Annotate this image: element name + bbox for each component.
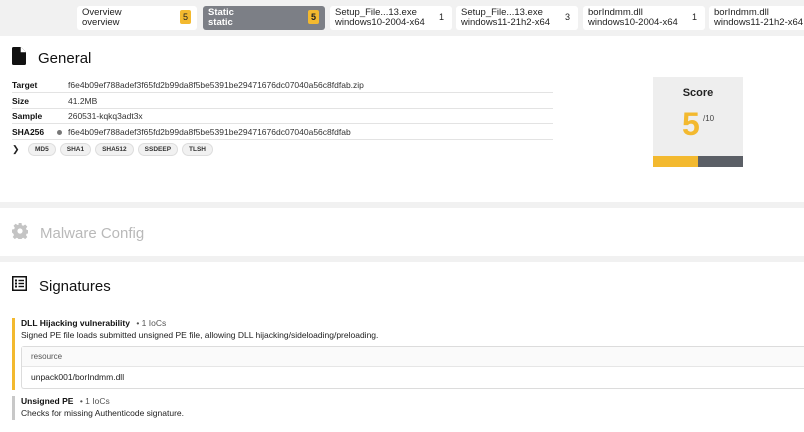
ioc-count: • 1 IoCs <box>79 396 110 406</box>
hash-sha512-button[interactable]: SHA512 <box>95 142 134 156</box>
general-title: General <box>38 50 92 67</box>
tab-setup-file-win10[interactable]: Setup_File...13.exe windows10-2004-x64 1 <box>330 6 452 30</box>
tab-subtitle: windows10-2004-x64 <box>335 18 425 28</box>
resource-table: resource unpack001/borIndmm.dll <box>21 346 804 389</box>
hash-tlsh-button[interactable]: TLSH <box>182 142 214 156</box>
tab-setup-file-win11[interactable]: Setup_File...13.exe windows11-21h2-x64 3 <box>456 6 578 30</box>
tab-title: borIndmm.dll <box>714 8 769 18</box>
size-value: 41.2MB <box>68 96 98 106</box>
tab-score-badge: 5 <box>308 10 319 24</box>
hash-sha1-button[interactable]: SHA1 <box>59 142 92 156</box>
tab-overview[interactable]: Overview overview 5 <box>77 6 197 30</box>
list-icon <box>12 276 27 296</box>
tab-borindmm-win11[interactable]: borIndmm.dll windows11-21h2-x64 <box>709 6 804 30</box>
signature-title: DLL Hijacking vulnerability <box>21 318 130 328</box>
malware-config-title: Malware Config <box>40 225 145 242</box>
tab-borindmm-win10[interactable]: borIndmm.dll windows10-2004-x64 1 <box>583 6 705 30</box>
tab-score: 1 <box>691 12 697 22</box>
signature-description: Signed PE file loads submitted unsigned … <box>21 330 379 340</box>
tab-static[interactable]: Static static 5 <box>203 6 325 30</box>
resource-header: resource <box>22 347 804 367</box>
hash-toggle-bar: ❯ MD5 SHA1 SHA512 SSDEEP TLSH <box>12 141 217 157</box>
ioc-count: • 1 IoCs <box>136 318 167 328</box>
sample-row: Sample 260531-kqkq3adt3x <box>12 108 553 124</box>
hash-ssdeep-button[interactable]: SSDEEP <box>137 142 179 156</box>
tab-title: Setup_File...13.exe <box>461 8 543 18</box>
size-row: Size 41.2MB <box>12 93 553 109</box>
size-label: Size <box>12 96 30 106</box>
tab-score-badge: 5 <box>180 10 191 24</box>
tab-subtitle: windows11-21h2-x64 <box>714 18 804 28</box>
hash-md5-button[interactable]: MD5 <box>28 142 56 156</box>
tab-score: 1 <box>438 12 444 22</box>
score-card: Score 5 /10 <box>653 77 743 167</box>
signature-unsigned-pe[interactable]: Unsigned PE • 1 IoCs Checks for missing … <box>12 396 184 420</box>
chevron-right-icon[interactable]: ❯ <box>12 144 28 155</box>
target-value: f6e4b09ef788adef3f65fd2b99da8f5be5391be2… <box>68 80 364 90</box>
tab-subtitle: windows10-2004-x64 <box>588 18 678 28</box>
score-label: Score <box>682 87 714 99</box>
tab-title: Setup_File...13.exe <box>335 8 417 18</box>
sha256-label: SHA256 <box>12 127 45 137</box>
signatures-title: Signatures <box>39 277 111 295</box>
target-label: Target <box>12 80 38 90</box>
malware-config-header: Malware Config <box>12 223 144 244</box>
target-row: Target f6e4b09ef788adef3f65fd2b99da8f5be… <box>12 77 553 93</box>
score-denominator: /10 <box>703 114 715 123</box>
score-bar-rest <box>698 156 743 167</box>
signatures-header: Signatures <box>12 276 111 296</box>
sample-label: Sample <box>12 111 43 121</box>
signature-description: Checks for missing Authenticode signatur… <box>21 408 185 418</box>
analysis-tab-bar: Overview overview 5 Static static 5 Setu… <box>0 0 804 36</box>
tab-score: 3 <box>564 12 570 22</box>
tab-subtitle: windows11-21h2-x64 <box>461 18 551 28</box>
tab-title: borIndmm.dll <box>588 8 643 18</box>
file-icon <box>12 47 26 70</box>
signature-title: Unsigned PE <box>21 396 74 406</box>
sha256-row: SHA256 f6e4b09ef788adef3f65fd2b99da8f5be… <box>12 124 553 140</box>
sample-value: 260531-kqkq3adt3x <box>68 111 143 121</box>
malware-config-panel[interactable]: Malware Config <box>0 208 804 256</box>
sha256-value: f6e4b09ef788adef3f65fd2b99da8f5be5391be2… <box>68 127 351 137</box>
score-bar <box>653 156 743 167</box>
resource-value: unpack001/borIndmm.dll <box>31 372 125 382</box>
score-bar-fill <box>653 156 698 167</box>
general-header: General <box>12 47 91 70</box>
gear-icon <box>12 223 29 244</box>
bullet-icon <box>57 130 62 135</box>
score-value: 5 <box>682 106 700 142</box>
